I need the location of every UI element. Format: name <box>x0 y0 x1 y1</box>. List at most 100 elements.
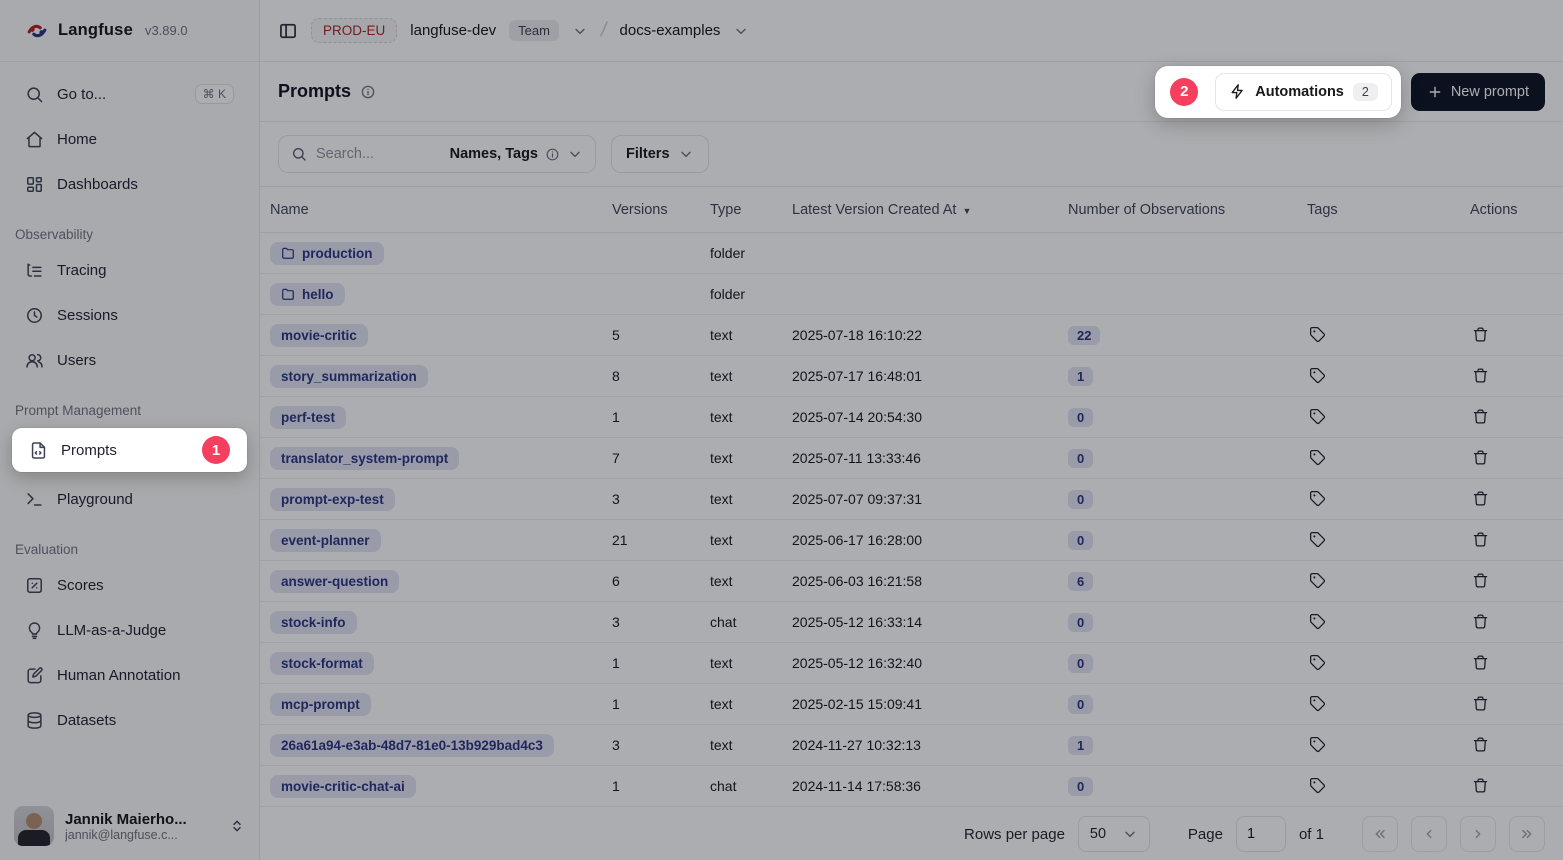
sidebar-item-sessions[interactable]: Sessions <box>12 297 247 333</box>
observations-count-badge[interactable]: 0 <box>1068 408 1093 427</box>
delete-button[interactable] <box>1470 488 1491 509</box>
observations-count-badge[interactable]: 0 <box>1068 449 1093 468</box>
sidebar-item-datasets[interactable]: Datasets <box>12 702 247 738</box>
sidebar-item-goto[interactable]: Go to... ⌘ K <box>12 76 247 112</box>
sidebar-item-llm-judge[interactable]: LLM-as-a-Judge <box>12 612 247 648</box>
prompt-name-badge[interactable]: production <box>270 242 384 265</box>
table-row[interactable]: movie-critic-chat-ai 1 chat 2024-11-14 1… <box>260 766 1563 807</box>
delete-button[interactable] <box>1470 447 1491 468</box>
page-number-input[interactable] <box>1236 816 1286 852</box>
chevron-down-icon[interactable] <box>572 23 588 39</box>
versions-cell: 3 <box>612 491 710 507</box>
table-row[interactable]: perf-test 1 text 2025-07-14 20:54:30 0 <box>260 397 1563 438</box>
filters-button[interactable]: Filters <box>611 135 709 173</box>
column-header-versions[interactable]: Versions <box>612 202 710 218</box>
next-page-button[interactable] <box>1460 816 1496 852</box>
delete-button[interactable] <box>1470 652 1491 673</box>
table-row[interactable]: 26a61a94-e3ab-48d7-81e0-13b929bad4c3 3 t… <box>260 725 1563 766</box>
observations-count-badge[interactable]: 0 <box>1068 654 1093 673</box>
tag-icon[interactable] <box>1307 488 1328 509</box>
breadcrumb-org[interactable]: langfuse-dev <box>410 22 496 39</box>
observations-count-badge[interactable]: 0 <box>1068 490 1093 509</box>
table-row[interactable]: hello folder <box>260 274 1563 315</box>
table-row[interactable]: production folder <box>260 233 1563 274</box>
observations-count-badge[interactable]: 6 <box>1068 572 1093 591</box>
prompt-name-badge[interactable]: movie-critic <box>270 324 368 347</box>
delete-button[interactable] <box>1470 529 1491 550</box>
prompt-name-badge[interactable]: stock-info <box>270 611 357 634</box>
sidebar-item-human-annotation[interactable]: Human Annotation <box>12 657 247 693</box>
search-input[interactable] <box>316 146 441 162</box>
rows-per-page-select[interactable]: 50 <box>1078 816 1150 852</box>
table-row[interactable]: prompt-exp-test 3 text 2025-07-07 09:37:… <box>260 479 1563 520</box>
prompt-name-badge[interactable]: event-planner <box>270 529 381 552</box>
observations-count-badge[interactable]: 0 <box>1068 531 1093 550</box>
prompt-name-badge[interactable]: stock-format <box>270 652 374 675</box>
observations-count-badge[interactable]: 0 <box>1068 777 1093 796</box>
observations-count-badge[interactable]: 22 <box>1068 326 1100 345</box>
column-header-observations[interactable]: Number of Observations <box>1068 202 1307 218</box>
search-scope-selector[interactable]: Names, Tags <box>450 146 583 162</box>
delete-button[interactable] <box>1470 611 1491 632</box>
prompt-name-badge[interactable]: translator_system-prompt <box>270 447 459 470</box>
tag-icon[interactable] <box>1307 570 1328 591</box>
table-row[interactable]: stock-format 1 text 2025-05-12 16:32:40 … <box>260 643 1563 684</box>
previous-page-button[interactable] <box>1411 816 1447 852</box>
tag-icon[interactable] <box>1307 324 1328 345</box>
tag-icon[interactable] <box>1307 775 1328 796</box>
prompt-name-badge[interactable]: perf-test <box>270 406 346 429</box>
prompt-name-badge[interactable]: 26a61a94-e3ab-48d7-81e0-13b929bad4c3 <box>270 734 554 757</box>
tag-icon[interactable] <box>1307 734 1328 755</box>
sidebar-item-playground[interactable]: Playground <box>12 481 247 517</box>
column-header-created-at[interactable]: Latest Version Created At▼ <box>792 202 1068 218</box>
table-row[interactable]: mcp-prompt 1 text 2025-02-15 15:09:41 0 <box>260 684 1563 725</box>
sidebar-item-prompts[interactable]: Prompts 1 <box>16 432 243 468</box>
column-header-name[interactable]: Name <box>270 202 612 218</box>
breadcrumb-project[interactable]: docs-examples <box>620 22 721 39</box>
observations-count-badge[interactable]: 1 <box>1068 736 1093 755</box>
tag-icon[interactable] <box>1307 447 1328 468</box>
delete-button[interactable] <box>1470 693 1491 714</box>
tag-icon[interactable] <box>1307 652 1328 673</box>
observations-count-badge[interactable]: 0 <box>1068 695 1093 714</box>
table-row[interactable]: movie-critic 5 text 2025-07-18 16:10:22 … <box>260 315 1563 356</box>
delete-button[interactable] <box>1470 775 1491 796</box>
sidebar-item-scores[interactable]: Scores <box>12 567 247 603</box>
delete-button[interactable] <box>1470 365 1491 386</box>
sidebar-item-users[interactable]: Users <box>12 342 247 378</box>
prompt-name-badge[interactable]: answer-question <box>270 570 399 593</box>
first-page-button[interactable] <box>1362 816 1398 852</box>
tag-icon[interactable] <box>1307 611 1328 632</box>
sidebar-item-tracing[interactable]: Tracing <box>12 252 247 288</box>
delete-button[interactable] <box>1470 570 1491 591</box>
tag-icon[interactable] <box>1307 406 1328 427</box>
table-row[interactable]: story_summarization 8 text 2025-07-17 16… <box>260 356 1563 397</box>
table-row[interactable]: translator_system-prompt 7 text 2025-07-… <box>260 438 1563 479</box>
tag-icon[interactable] <box>1307 365 1328 386</box>
column-header-type[interactable]: Type <box>710 202 792 218</box>
prompt-name-badge[interactable]: mcp-prompt <box>270 693 371 716</box>
table-row[interactable]: event-planner 21 text 2025-06-17 16:28:0… <box>260 520 1563 561</box>
prompt-name-badge[interactable]: story_summarization <box>270 365 428 388</box>
tag-icon[interactable] <box>1307 693 1328 714</box>
prompt-name-badge[interactable]: movie-critic-chat-ai <box>270 775 416 798</box>
chevron-down-icon[interactable] <box>733 23 749 39</box>
delete-button[interactable] <box>1470 406 1491 427</box>
info-icon[interactable] <box>360 84 376 100</box>
observations-count-badge[interactable]: 0 <box>1068 613 1093 632</box>
automations-button[interactable]: Automations 2 <box>1215 73 1392 111</box>
observations-count-badge[interactable]: 1 <box>1068 367 1093 386</box>
delete-button[interactable] <box>1470 324 1491 345</box>
user-menu[interactable]: Jannik Maierho... jannik@langfuse.c... <box>0 794 259 860</box>
prompt-name-badge[interactable]: prompt-exp-test <box>270 488 395 511</box>
prompt-name-badge[interactable]: hello <box>270 283 345 306</box>
table-row[interactable]: answer-question 6 text 2025-06-03 16:21:… <box>260 561 1563 602</box>
tag-icon[interactable] <box>1307 529 1328 550</box>
table-row[interactable]: stock-info 3 chat 2025-05-12 16:33:14 0 <box>260 602 1563 643</box>
sidebar-toggle-icon[interactable] <box>278 21 298 41</box>
delete-button[interactable] <box>1470 734 1491 755</box>
sidebar-item-home[interactable]: Home <box>12 121 247 157</box>
sidebar-item-dashboards[interactable]: Dashboards <box>12 166 247 202</box>
new-prompt-button[interactable]: New prompt <box>1411 73 1545 111</box>
last-page-button[interactable] <box>1509 816 1545 852</box>
